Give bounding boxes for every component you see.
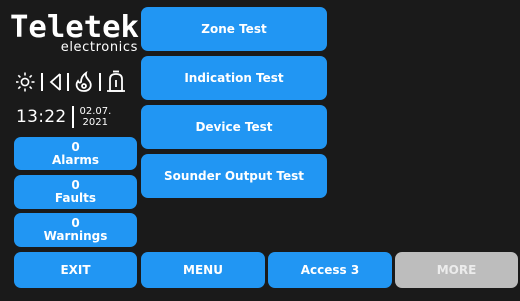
menu-button[interactable]: MENU (141, 252, 265, 288)
sun-icon (15, 72, 35, 92)
sounder-icon (107, 70, 125, 92)
faults-counter-button[interactable]: 0 Faults (14, 175, 137, 209)
clock-date-year: 2021 (82, 117, 108, 128)
alarms-label: Alarms (51, 152, 100, 167)
clock-date: 02.07. 2021 (80, 106, 112, 128)
exit-button[interactable]: EXIT (14, 252, 137, 288)
warnings-counter-button[interactable]: 0 Warnings (14, 213, 137, 247)
zone-test-button[interactable]: Zone Test (141, 7, 327, 51)
access-level-button[interactable]: Access 3 (268, 252, 392, 288)
status-icon-bar (15, 70, 136, 94)
device-test-button[interactable]: Device Test (141, 105, 327, 149)
clock-date-day: 02.07. (79, 106, 112, 117)
warnings-label: Warnings (43, 229, 108, 243)
flame-icon (75, 70, 92, 92)
more-button[interactable]: MORE (395, 252, 518, 288)
alarms-count: 0 (71, 139, 80, 154)
clock: 13:22 02.07. 2021 (16, 102, 136, 132)
sounder-output-test-button[interactable]: Sounder Output Test (141, 154, 327, 198)
logo-brand: Teletek (10, 10, 139, 45)
clock-time: 13:22 (16, 107, 67, 127)
speaker-icon (49, 73, 61, 91)
indication-test-button[interactable]: Indication Test (141, 56, 327, 100)
teletek-logo: Teletek electronics (10, 10, 139, 55)
faults-label: Faults (54, 191, 97, 205)
alarms-counter-button[interactable]: 0 Alarms (14, 137, 137, 170)
clock-divider (71, 106, 74, 128)
